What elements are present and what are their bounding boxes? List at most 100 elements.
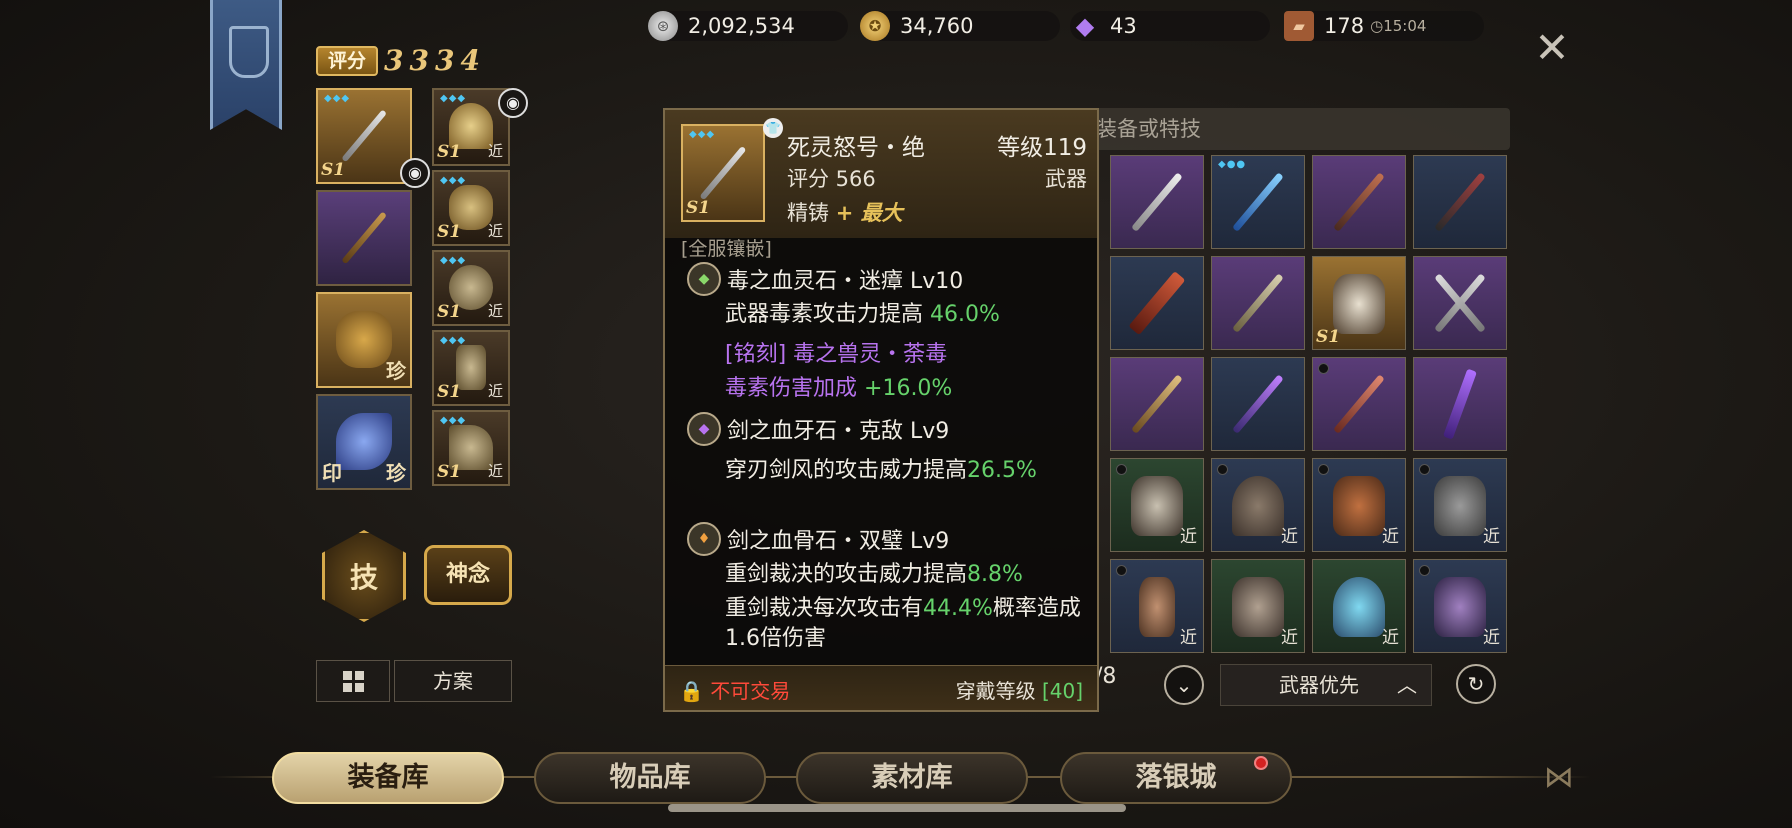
- inventory-item[interactable]: 近: [1413, 458, 1507, 552]
- weapon-icon: [699, 145, 747, 201]
- inventory-item[interactable]: ◆●●: [1211, 155, 1305, 249]
- inventory-item[interactable]: [1110, 155, 1204, 249]
- inventory-item[interactable]: [1312, 357, 1406, 451]
- saw-blade-icon: [1333, 374, 1385, 434]
- inventory-item[interactable]: [1312, 155, 1406, 249]
- tier-badge: S1: [1316, 327, 1341, 347]
- near-label: 近: [1382, 527, 1399, 547]
- item-thumbnail: ◆◆◆ S1: [681, 124, 765, 222]
- equip-slot-weapon[interactable]: ◆◆◆ S1: [316, 88, 412, 184]
- tier-badge: S1: [437, 382, 462, 402]
- purple-gem-icon: ◆: [687, 412, 721, 446]
- notification-dot: [1254, 756, 1268, 770]
- near-label: 近: [1281, 527, 1298, 547]
- inventory-item[interactable]: 近: [1211, 559, 1305, 653]
- spear-icon: [341, 211, 387, 265]
- blade-icon: [1434, 172, 1486, 232]
- tier-badge: S1: [321, 160, 346, 180]
- gold-blade-icon: [1131, 374, 1183, 434]
- mind-button[interactable]: 神念: [424, 545, 512, 605]
- inventory-item[interactable]: 近: [1110, 458, 1204, 552]
- flame-gem-icon: ♦: [687, 522, 721, 556]
- inventory-item[interactable]: [1413, 357, 1507, 451]
- equip-slot-ring[interactable]: 珍: [316, 292, 412, 388]
- crossbow-ornament-icon: ⋈: [1544, 760, 1574, 795]
- section-title: [全服镶嵌]: [681, 238, 772, 260]
- leg-armor-icon: [1434, 475, 1486, 537]
- tier-badge: S1: [686, 198, 711, 218]
- dragon-blade-icon: [1128, 271, 1186, 335]
- inventory-item[interactable]: [1211, 357, 1305, 451]
- gem-effect: 武器毒素攻击力提高 46.0%: [725, 300, 1085, 330]
- gem-dots: ◆◆◆: [440, 175, 467, 186]
- refresh-icon[interactable]: ↻: [1456, 664, 1496, 704]
- search-input[interactable]: 装备或特技: [1070, 108, 1510, 150]
- equip-slot-helmet[interactable]: ◆◆◆ S1 近: [432, 250, 510, 326]
- equip-slot-boots[interactable]: ◆◆◆ S1 近: [432, 410, 510, 486]
- inventory-item[interactable]: [1413, 155, 1507, 249]
- inventory-item[interactable]: 近: [1312, 559, 1406, 653]
- gem-1: ◆ 毒之血灵石・迷瘴 Lv10: [687, 262, 963, 296]
- helm-icon: [1333, 576, 1385, 638]
- gem-dots: ◆●●: [1218, 159, 1247, 170]
- item-name: 死灵怒号・绝: [787, 135, 925, 161]
- tab-equipment[interactable]: 装备库: [272, 752, 504, 804]
- robe-icon: [1434, 576, 1486, 638]
- status-dot: [1419, 565, 1430, 576]
- inventory-item[interactable]: [1110, 357, 1204, 451]
- status-dot: [1318, 464, 1329, 475]
- inventory-item[interactable]: 近: [1110, 559, 1204, 653]
- rarity-label: 珍: [386, 359, 406, 383]
- effect-text: 武器毒素攻击力提高: [725, 302, 924, 327]
- tab-materials[interactable]: 素材库: [796, 752, 1028, 804]
- chevron-up-icon: ︿: [1397, 673, 1417, 697]
- green-gem-icon: ◆: [687, 262, 721, 296]
- claw-icon: [1443, 368, 1477, 440]
- inventory-item[interactable]: [1413, 256, 1507, 350]
- gem-dots: ◆◆◆: [440, 255, 467, 266]
- crest-icon: [229, 26, 269, 78]
- close-icon[interactable]: ✕: [1532, 27, 1572, 69]
- effect-text: 重剑裁决的攻击威力提高: [725, 562, 968, 587]
- inventory-item[interactable]: 近: [1211, 458, 1305, 552]
- toggle-visibility-icon[interactable]: ◉: [400, 158, 430, 188]
- currency-value: 43: [1110, 14, 1137, 38]
- flower-seal-icon: [336, 412, 392, 470]
- lock-icon: 🔒: [679, 679, 704, 703]
- skill-button[interactable]: 技: [322, 530, 406, 622]
- inventory-item[interactable]: [1211, 256, 1305, 350]
- effect-value: 46.0%: [930, 302, 1000, 327]
- visibility-eye-icon[interactable]: ◉: [498, 88, 528, 118]
- sort-label: 武器优先: [1279, 673, 1359, 697]
- effect-value: 44.4%: [923, 596, 993, 621]
- wear-level: 穿戴等级 [40]: [956, 675, 1083, 704]
- item-score: 评分 566: [787, 167, 876, 191]
- tab-items[interactable]: 物品库: [534, 752, 766, 804]
- chevron-down-icon[interactable]: ⌄: [1164, 665, 1204, 705]
- equip-slot-chest[interactable]: ◆◆◆ S1 近: [432, 170, 510, 246]
- grid-icon-cell: [343, 683, 352, 692]
- equip-slot-offhand[interactable]: [316, 190, 412, 286]
- plan-button[interactable]: 方案: [394, 660, 512, 702]
- skill-label: 技: [349, 561, 378, 594]
- guild-banner[interactable]: [210, 0, 282, 130]
- gem-3: ♦ 剑之血骨石・双璧 Lv9: [687, 522, 949, 556]
- inventory-item[interactable]: 近: [1413, 559, 1507, 653]
- wear-value: [40]: [1041, 679, 1083, 703]
- refine-value: + 最大: [835, 201, 903, 225]
- grid-view-button[interactable]: [316, 660, 390, 702]
- bracer-icon: [1138, 576, 1176, 638]
- inventory-item[interactable]: S1: [1312, 256, 1406, 350]
- sort-dropdown[interactable]: 武器优先 ︿: [1220, 664, 1432, 706]
- effect-text: 毒素伤害加成: [725, 376, 858, 401]
- inventory-item[interactable]: 近: [1312, 458, 1406, 552]
- currency-diamond: ◆ 43: [1070, 11, 1270, 41]
- equip-slot-seal[interactable]: 印 珍: [316, 394, 412, 490]
- inventory-item[interactable]: [1110, 256, 1204, 350]
- status-dot: [1217, 464, 1228, 475]
- currency-ticket: ▰ 178 ◷ 15:04: [1284, 11, 1484, 41]
- gem-dots: ◆◆◆: [324, 93, 351, 104]
- diamond-icon: ◆: [1075, 12, 1095, 40]
- equip-slot-legs[interactable]: ◆◆◆ S1 近: [432, 330, 510, 406]
- currency-timer: 15:04: [1383, 17, 1427, 35]
